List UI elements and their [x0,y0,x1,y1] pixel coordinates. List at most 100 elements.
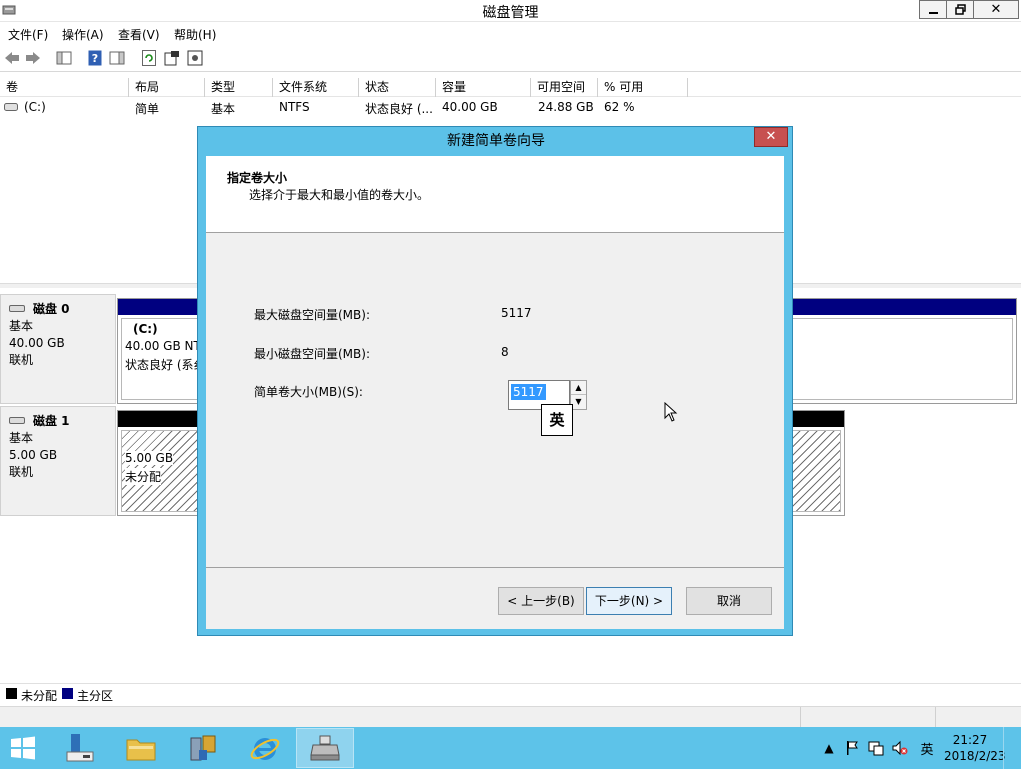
disk-management-taskbar[interactable] [296,728,354,768]
toolbar: ? [0,44,1021,72]
disk-management-icon [310,735,340,761]
volume-percent-free: 62 % [604,100,635,114]
dialog-close-button[interactable]: ✕ [754,127,788,147]
volume-list-header: 卷 布局 类型 文件系统 状态 容量 可用空间 % 可用 [0,78,1021,97]
back-arrow-icon[interactable] [3,49,21,67]
wizard-header: 指定卷大小 选择介于最大和最小值的卷大小。 [206,156,784,233]
console-tree-icon[interactable] [55,49,73,67]
file-explorer-taskbar[interactable] [112,728,170,768]
column-free-space[interactable]: 可用空间 [531,78,598,97]
back-button[interactable]: < 上一步(B) [498,587,584,615]
properties-icon[interactable] [163,49,181,67]
volume-size-label: 简单卷大小(MB)(S): [254,385,363,399]
server-tools-icon [190,735,216,761]
taskbar: ▲ 英 21:27 2018/2/23 [0,727,1021,769]
start-button[interactable] [0,728,46,768]
volume-status: 状态良好 (... [365,102,433,116]
spin-down-icon[interactable]: ▼ [571,395,586,409]
min-space-label: 最小磁盘空间量(MB): [254,347,370,361]
disk-icon [9,305,25,312]
next-button[interactable]: 下一步(N) > [586,587,672,615]
clock-time: 21:27 [952,733,988,747]
legend-unallocated-swatch [6,688,17,699]
action-center-flag-icon[interactable] [843,739,861,757]
volume-capacity: 40.00 GB [442,100,498,114]
clock-date: 2018/2/23 [944,749,1006,763]
legend-primary-swatch [62,688,73,699]
legend: 未分配 主分区 [0,683,1021,703]
unallocated-label: 未分配 [125,468,162,485]
legend-primary: 主分区 [77,689,114,703]
new-simple-volume-wizard: 新建简单卷向导 ✕ 指定卷大小 选择介于最大和最小值的卷大小。 最大磁盘空间量(… [197,126,793,636]
column-layout[interactable]: 布局 [129,78,205,97]
show-hidden-icons-icon[interactable]: ▲ [820,739,838,757]
volume-drive-icon [4,103,18,111]
refresh-icon[interactable] [140,49,158,67]
close-icon: ✕ [990,2,1002,17]
disk-1-state: 联机 [9,465,34,479]
disk-0-label[interactable]: 磁盘 0 基本 40.00 GB 联机 [0,294,116,404]
menu-file[interactable]: 文件(F) [8,26,48,43]
column-percent-free[interactable]: % 可用 [598,78,688,97]
folder-icon [126,739,156,761]
wizard-subheading: 选择介于最大和最小值的卷大小。 [249,188,430,202]
ime-mode-indicator: 英 [541,404,573,436]
server-status-icon[interactable] [867,739,885,757]
table-row[interactable]: (C:) 简单 基本 NTFS 状态良好 (... 40.00 GB 24.88… [0,97,1021,117]
minimize-button[interactable] [919,0,947,19]
window-title: 磁盘管理 [482,5,539,21]
max-space-label: 最大磁盘空间量(MB): [254,308,370,322]
internet-explorer-taskbar[interactable] [236,728,294,768]
wizard-heading: 指定卷大小 [227,171,288,185]
spin-up-icon[interactable]: ▲ [571,381,586,395]
column-volume[interactable]: 卷 [0,78,129,97]
disk-1-size: 5.00 GB [9,448,58,462]
partition-c-label: (C:) [133,322,158,336]
speaker-muted-icon[interactable] [891,739,909,757]
internet-explorer-icon [250,738,280,760]
partition-c-size: 40.00 GB NT [125,339,201,353]
show-desktop-button[interactable] [1003,727,1021,769]
close-button[interactable]: ✕ [973,0,1019,19]
max-space-value: 5117 [501,306,532,320]
menu-view[interactable]: 查看(V) [118,26,160,43]
volume-name: (C:) [24,100,46,114]
ime-indicator[interactable]: 英 [918,739,936,758]
partition-c-status: 状态良好 (系纟 [125,358,206,372]
title-bar: 磁盘管理 ✕ [0,0,1021,22]
min-space-value: 8 [501,345,509,359]
menu-help[interactable]: 帮助(H) [174,26,216,43]
unallocated-size: 5.00 GB [125,451,174,465]
dialog-title: 新建简单卷向导 [447,133,545,149]
volume-size-value: 5117 [511,384,546,400]
forward-arrow-icon[interactable] [24,49,42,67]
windows-logo-icon [11,736,35,760]
disk-0-state: 联机 [9,353,34,367]
dialog-body: 指定卷大小 选择介于最大和最小值的卷大小。 最大磁盘空间量(MB): 5117 … [206,156,784,629]
server-manager-icon [66,734,94,762]
restore-button[interactable] [946,0,974,19]
system-clock[interactable]: 21:27 2018/2/23 [944,732,1006,764]
action-pane-icon[interactable] [108,49,126,67]
status-bar [0,706,1021,727]
menu-action[interactable]: 操作(A) [62,26,104,43]
disk-0-kind: 基本 [9,319,34,333]
volume-layout: 简单 [135,102,160,116]
volume-free-space: 24.88 GB [538,100,594,114]
restore-icon [954,4,966,15]
cancel-button[interactable]: 取消 [686,587,772,615]
column-status[interactable]: 状态 [359,78,436,97]
column-filesystem[interactable]: 文件系统 [273,78,359,97]
disk-1-label[interactable]: 磁盘 1 基本 5.00 GB 联机 [0,406,116,516]
disk-settings-icon[interactable] [186,49,204,67]
minimize-icon [928,11,938,14]
dialog-separator [206,567,784,568]
mouse-cursor-icon [664,402,678,422]
help-icon[interactable]: ? [86,49,104,67]
close-icon: ✕ [765,129,777,144]
volume-filesystem: NTFS [279,100,310,114]
server-manager-taskbar[interactable] [50,728,108,768]
column-capacity[interactable]: 容量 [436,78,531,97]
powershell-taskbar[interactable] [174,728,232,768]
column-type[interactable]: 类型 [205,78,273,97]
